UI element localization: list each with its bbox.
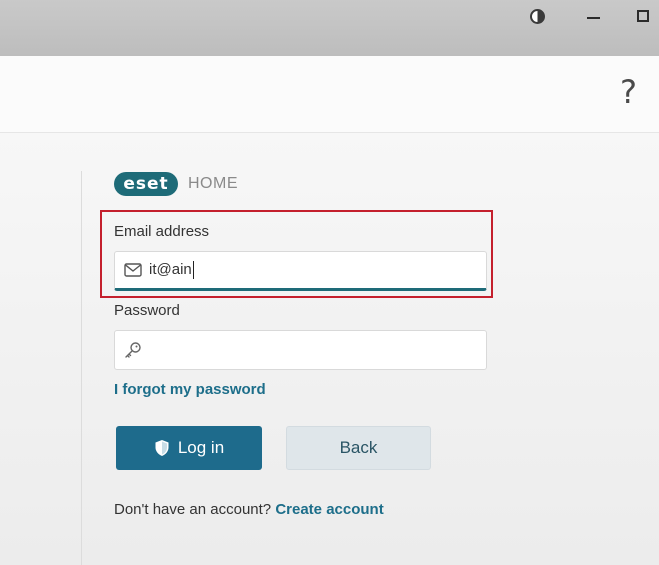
login-panel: eset HOME Email address it@ain Password — [0, 133, 659, 565]
signup-prompt: Don't have an account? — [114, 501, 272, 518]
login-label: Log in — [177, 438, 225, 457]
email-label: Email address — [114, 223, 210, 240]
help-icon[interactable]: ? — [620, 76, 637, 108]
eset-logo: eset — [114, 172, 178, 196]
minimize-icon[interactable] — [583, 6, 603, 26]
product-name: HOME — [188, 175, 238, 192]
login-button[interactable]: Log in — [116, 426, 262, 470]
password-field[interactable] — [114, 330, 487, 370]
maximize-icon[interactable] — [633, 6, 653, 26]
forgot-password-link[interactable]: I forgot my password — [114, 381, 266, 398]
eset-login-window: ? eset HOME Email address it@ain Passwor… — [0, 0, 659, 565]
title-bar — [0, 0, 659, 56]
contrast-icon[interactable] — [527, 6, 547, 26]
text-caret — [192, 261, 194, 280]
email-field[interactable]: it@ain — [114, 251, 487, 291]
mail-icon — [123, 260, 143, 280]
header-bar: ? — [0, 56, 659, 133]
back-button[interactable]: Back — [286, 426, 431, 470]
back-label: Back — [339, 438, 378, 457]
brand-logo-row: eset HOME — [114, 171, 238, 197]
email-value: it@ain — [149, 260, 194, 280]
signup-row: Don't have an account? Create account — [114, 501, 384, 518]
key-icon — [123, 340, 143, 360]
create-account-link[interactable]: Create account — [275, 501, 383, 518]
shield-icon — [155, 440, 169, 456]
divider-line — [81, 171, 82, 565]
password-label: Password — [114, 302, 180, 319]
